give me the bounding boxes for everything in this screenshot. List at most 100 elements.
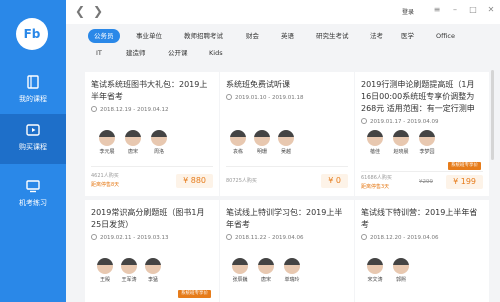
teacher: 明珊 <box>250 130 274 155</box>
category-tab[interactable]: 法考 <box>370 29 383 43</box>
teacher: 张辰巍 <box>228 258 252 283</box>
divider <box>226 166 348 167</box>
promo-badge: 系统班专享价 <box>178 290 211 298</box>
buyer-count: 4621人购买 <box>91 173 119 179</box>
course-title: 2019行测申论刷题提高班（1月16日00:00系统班专享价调整为268元 适用… <box>361 80 475 113</box>
avatar <box>121 258 137 274</box>
course-card[interactable]: 笔试线下特训营：2019上半年省考 2018.12.20 - 2019.04.0… <box>355 200 489 302</box>
original-price: ¥299 <box>419 179 433 185</box>
course-date: 2019.01.17 - 2019.04.09 <box>361 118 438 125</box>
category-tab[interactable]: 英语 <box>281 29 294 43</box>
avatar <box>230 130 246 146</box>
app-logo: Fb <box>16 18 48 50</box>
course-card[interactable]: 笔试系统班图书大礼包：2019上半年省考 2018.12.19 - 2019.0… <box>85 72 219 196</box>
buyer-count: 80725人购买 <box>226 178 257 184</box>
category-tab[interactable]: 事业单位 <box>136 29 162 43</box>
avatar <box>367 130 383 146</box>
avatar <box>284 258 300 274</box>
close-icon[interactable]: ✕ <box>486 5 496 15</box>
course-date: 2018.12.19 - 2019.04.12 <box>91 106 168 113</box>
clock-icon <box>361 118 367 124</box>
teacher-name: 吴越 <box>280 149 291 155</box>
teacher: 唐宋 <box>121 130 145 155</box>
play-icon <box>26 124 40 136</box>
computer-icon <box>26 180 40 193</box>
sidebar-item-exam-practice[interactable]: 机考练习 <box>0 170 66 220</box>
teacher-name: 李元展 <box>99 149 115 155</box>
teacher: 赵晓晨 <box>389 130 413 155</box>
course-title: 笔试线上特训学习包：2019上半年省考 <box>226 208 343 229</box>
clock-icon <box>361 234 367 240</box>
avatar <box>125 130 141 146</box>
sale-countdown: 距离停售3天 <box>361 184 390 190</box>
teacher: 单瑞玲 <box>280 258 304 283</box>
user-menu-icon[interactable]: ≡ <box>432 5 442 15</box>
teacher-name: 周洛 <box>153 149 164 155</box>
teacher: 蓓佳 <box>363 130 387 155</box>
category-tab[interactable]: 财会 <box>246 29 259 43</box>
date-text: 2019.02.11 - 2019.03.13 <box>100 235 169 241</box>
category-tab[interactable]: Kids <box>209 46 223 60</box>
teacher-name: 郭熙 <box>395 277 406 283</box>
category-tab[interactable]: 医学 <box>401 29 414 43</box>
teacher-name: 李梦园 <box>419 149 435 155</box>
minimize-icon[interactable]: – <box>450 5 460 15</box>
main-content: 公务员 事业单位 教师招聘考试 财会 英语 研究生考试 法考 医学 Office… <box>66 24 500 302</box>
course-date: 2019.02.11 - 2019.03.13 <box>91 234 168 241</box>
teacher-name: 唐宋 <box>127 149 138 155</box>
divider <box>361 171 483 172</box>
divider <box>91 166 213 167</box>
login-button[interactable]: 登录 <box>402 7 414 16</box>
avatar <box>99 130 115 146</box>
date-text: 2018.12.19 - 2019.04.12 <box>100 107 169 113</box>
course-card[interactable]: 2019常识高分刷题班（图书1月25日发货） 2019.02.11 - 2019… <box>85 200 219 302</box>
course-card[interactable]: 系统班免费试听课 2019.01.10 - 2019.01.18 袁栋 明珊 吴… <box>220 72 354 196</box>
category-tab[interactable]: 公开课 <box>168 46 188 60</box>
scrollbar[interactable] <box>491 70 494 160</box>
category-tab[interactable]: Office <box>436 29 455 43</box>
clock-icon <box>91 106 97 112</box>
book-icon <box>27 75 39 89</box>
maximize-icon[interactable]: □ <box>468 5 478 15</box>
teacher-name: 宋文涛 <box>367 277 383 283</box>
course-title: 2019常识高分刷题班（图书1月25日发货） <box>91 208 205 229</box>
price-tag: ¥ 880 <box>176 174 213 188</box>
teacher-name: 明珊 <box>256 149 267 155</box>
teacher: 王殿 <box>93 258 117 283</box>
avatar <box>393 258 409 274</box>
teacher: 唐宋 <box>254 258 278 283</box>
avatar <box>258 258 274 274</box>
teacher-name: 袁栋 <box>232 149 243 155</box>
category-tab[interactable]: 教师招聘考试 <box>184 29 223 43</box>
teacher-name: 唐宋 <box>260 277 271 283</box>
teacher: 李猛 <box>141 258 165 283</box>
course-card[interactable]: 2019行测申论刷题提高班（1月16日00:00系统班专享价调整为268元 适用… <box>355 72 489 196</box>
course-card[interactable]: 笔试线上特训学习包：2019上半年省考 2018.11.22 - 2019.04… <box>220 200 354 302</box>
avatar <box>232 258 248 274</box>
clock-icon <box>226 94 232 100</box>
category-tab[interactable]: IT <box>96 46 102 60</box>
avatar <box>151 130 167 146</box>
forward-arrow-icon[interactable]: ❯ <box>92 4 104 18</box>
teacher-name: 张辰巍 <box>232 277 248 283</box>
course-title: 系统班免费试听课 <box>226 80 290 89</box>
course-date: 2018.11.22 - 2019.04.06 <box>226 234 303 241</box>
course-title: 笔试线下特训营：2019上半年省考 <box>361 208 478 229</box>
promo-badge: 系统班专享价 <box>448 162 481 170</box>
sidebar-item-my-courses[interactable]: 我的课程 <box>0 66 66 116</box>
sidebar-item-buy-courses[interactable]: 购买课程 <box>0 114 66 164</box>
sidebar: Fb 我的课程 购买课程 机考练习 <box>0 0 66 302</box>
teacher-name: 李猛 <box>147 277 158 283</box>
back-arrow-icon[interactable]: ❮ <box>74 4 86 18</box>
avatar <box>419 130 435 146</box>
teacher-name: 蓓佳 <box>369 149 380 155</box>
category-tab[interactable]: 研究生考试 <box>316 29 349 43</box>
teacher-name: 单瑞玲 <box>284 277 300 283</box>
teacher: 周洛 <box>147 130 171 155</box>
category-tab[interactable]: 建造师 <box>126 46 146 60</box>
category-tab[interactable]: 公务员 <box>88 29 120 43</box>
price-tag: ¥ 199 <box>446 175 483 189</box>
teacher: 袁栋 <box>226 130 250 155</box>
teacher: 李元展 <box>95 130 119 155</box>
clock-icon <box>226 234 232 240</box>
